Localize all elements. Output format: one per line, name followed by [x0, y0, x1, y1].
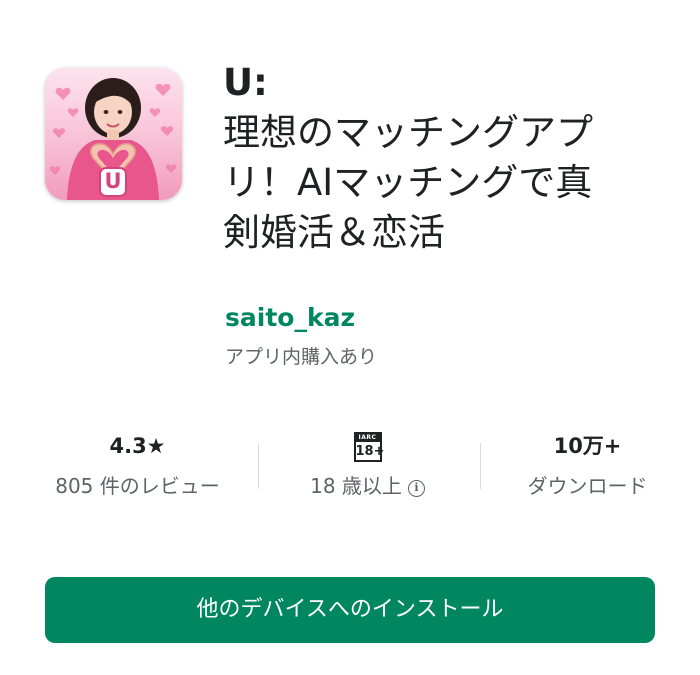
info-icon[interactable]: i: [407, 480, 425, 497]
stat-divider: [480, 443, 481, 489]
download-count: 10万+: [553, 434, 622, 458]
app-details-page: U U: 理想のマッチングアプ リ！AIマッチングで真 剣婚活＆恋活 saito…: [0, 0, 700, 675]
rating-value: 4.3★: [109, 434, 166, 458]
app-title-line-4: 剣婚活＆恋活: [223, 211, 445, 254]
app-icon-letter: U: [104, 169, 122, 193]
app-title-line-2: 理想のマッチングアプ: [223, 111, 593, 154]
content-rating-stat[interactable]: IARC 18+ 18 歳以上 i: [290, 428, 445, 503]
stat-divider: [258, 443, 259, 489]
developer-link[interactable]: saito_kaz: [225, 303, 355, 332]
iarc-label: IARC: [355, 434, 380, 442]
age-badge-value: 18+: [355, 444, 385, 459]
age-rating-label: 18 歳以上: [310, 474, 402, 498]
review-count: 805 件のレビュー: [55, 474, 220, 498]
app-title-line-1: U:: [223, 61, 268, 104]
app-title-line-3: リ！AIマッチングで真: [223, 161, 593, 204]
downloads-label: ダウンロード: [527, 474, 648, 498]
app-title: U: 理想のマッチングアプ リ！AIマッチングで真 剣婚活＆恋活: [223, 58, 683, 258]
install-on-other-devices-button[interactable]: 他のデバイスへのインストール: [45, 577, 655, 643]
app-icon[interactable]: U: [45, 68, 182, 200]
in-app-purchases-label: アプリ内購入あり: [225, 346, 378, 368]
rating-stat[interactable]: 4.3★ 805 件のレビュー: [40, 428, 235, 503]
iarc-rating-icon: IARC 18+: [353, 432, 385, 462]
downloads-stat: 10万+ ダウンロード: [505, 428, 670, 503]
